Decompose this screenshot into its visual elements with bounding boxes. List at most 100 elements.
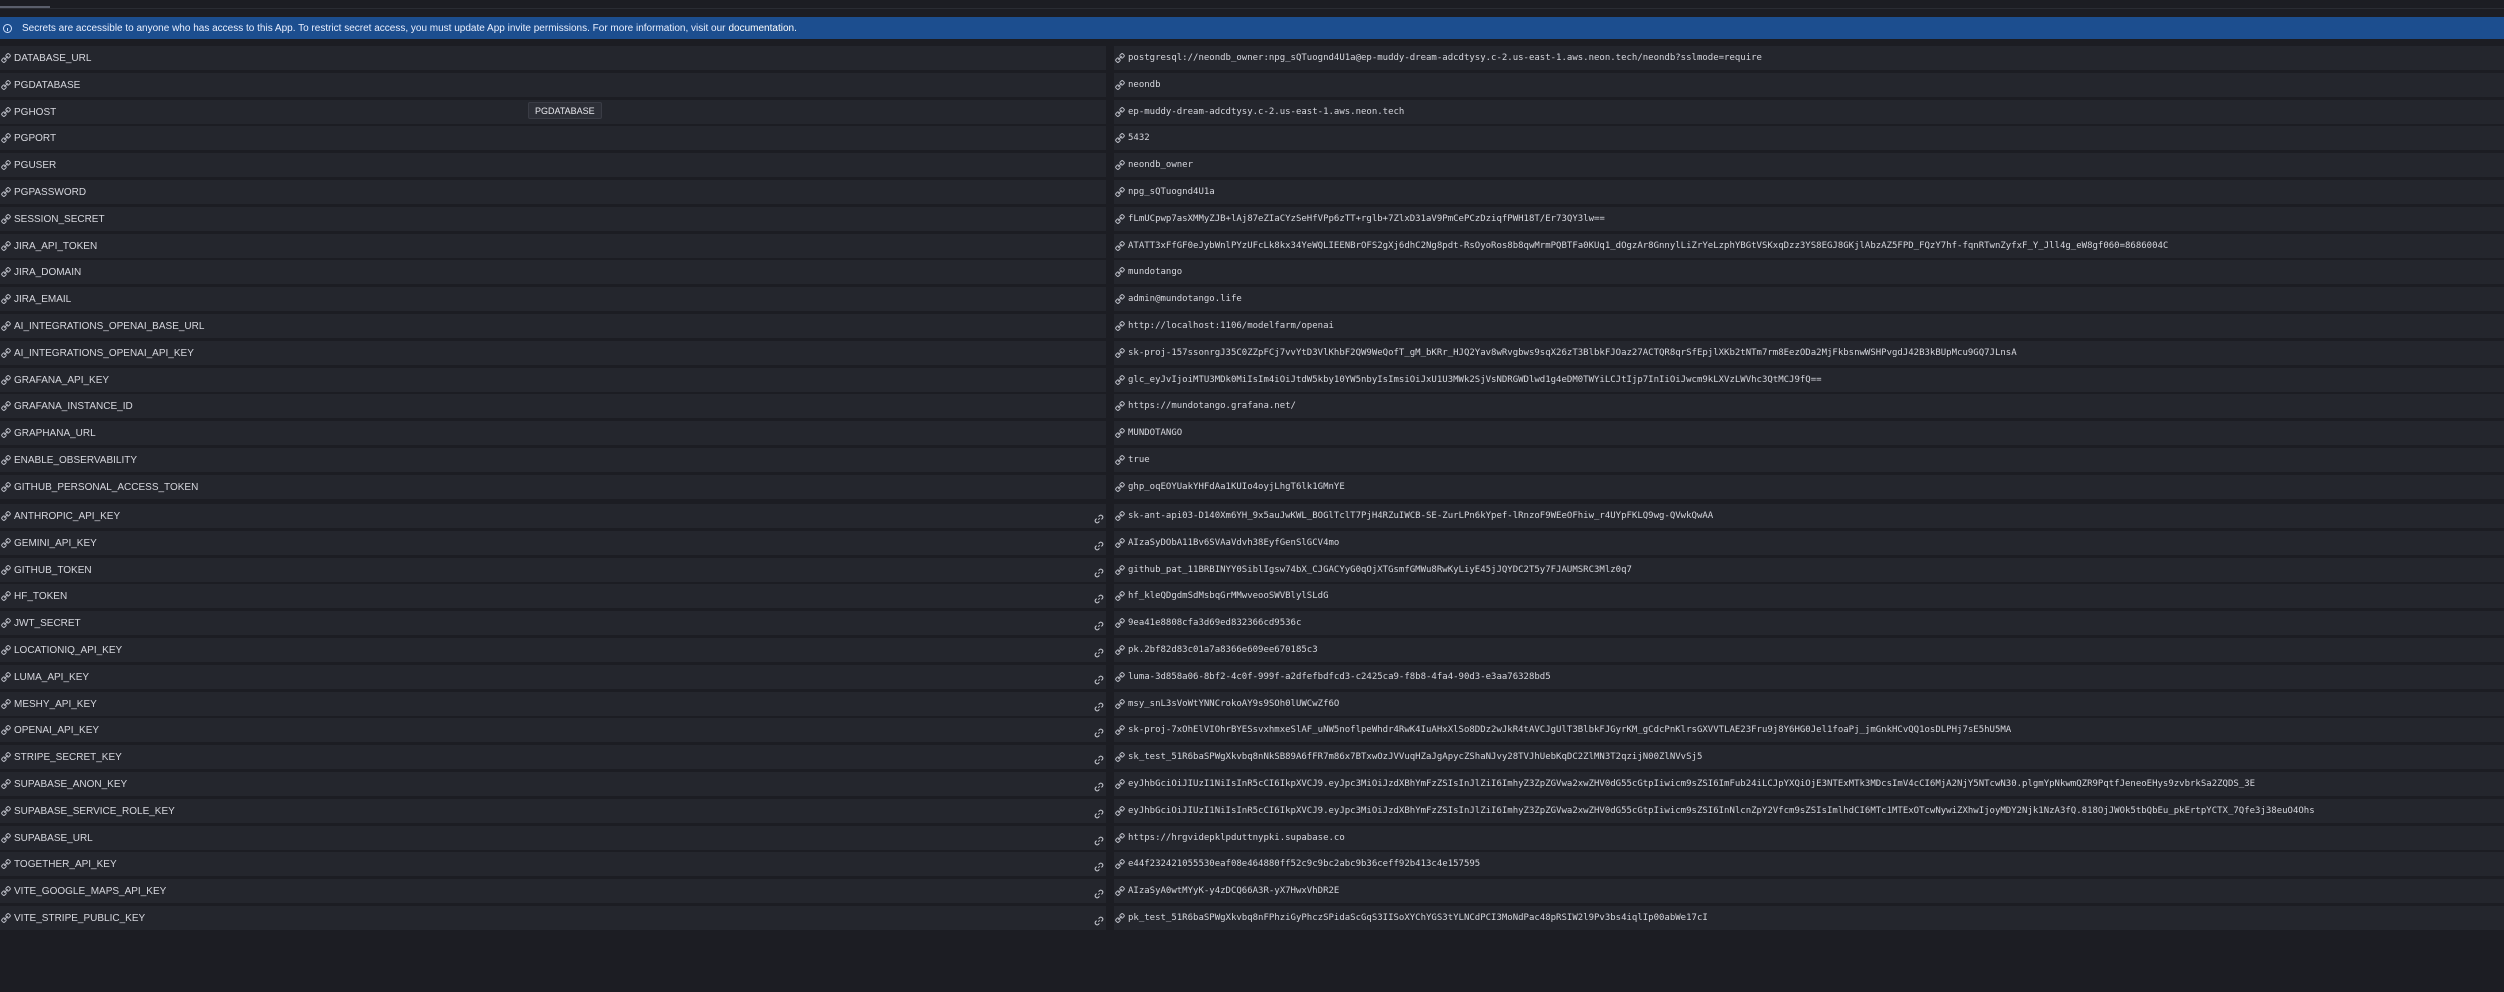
secret-key-cell[interactable]: DATABASE_URL [0, 46, 1106, 70]
link-icon[interactable] [1094, 752, 1104, 765]
secret-value-cell[interactable]: e44f232421055530eaf08e464880ff52c9c9bc2a… [1114, 852, 2504, 876]
secret-key-cell[interactable]: OPENAI_API_KEY [0, 718, 1106, 742]
secret-row[interactable]: MESHY_API_KEY msy_snL3sVoWtYNNCrokoAY9s9S… [0, 692, 2504, 716]
secret-value-cell[interactable]: postgresql://neondb_owner:npg_sQTuognd4U… [1114, 46, 2504, 70]
secret-row[interactable]: GRAFANA_INSTANCE_ID https://mundotango.gr… [0, 394, 2504, 418]
link-icon[interactable] [1094, 833, 1104, 846]
secret-value-cell[interactable]: mundotango [1114, 260, 2504, 284]
secret-key-cell[interactable]: GITHUB_PERSONAL_ACCESS_TOKEN [0, 475, 1106, 499]
secret-row[interactable]: HF_TOKEN hf_kleQDgdmSdMsbqGrMMwveooSWVBly… [0, 584, 2504, 608]
secret-key-cell[interactable]: PGPORT [0, 126, 1106, 150]
secret-value-cell[interactable]: neondb_owner [1114, 153, 2504, 177]
link-icon[interactable] [1094, 779, 1104, 792]
secret-row[interactable]: JIRA_EMAIL admin@mundotango.life [0, 287, 2504, 311]
secret-value-cell[interactable]: AIzaSyA0wtMYyK-y4zDCQ66A3R-yX7HwxVhDR2E [1114, 879, 2504, 903]
secret-key-cell[interactable]: PGDATABASE [0, 73, 1106, 97]
secret-value-cell[interactable]: github_pat_11BRBINYY0SiblIgsw74bX_CJGACY… [1114, 558, 2504, 582]
secret-row[interactable]: GEMINI_API_KEY AIzaSyDObA11Bv6SVAaVdvh38E… [0, 531, 2504, 555]
secret-row[interactable]: STRIPE_SECRET_KEY sk_test_51R6baSPWgXkvbq… [0, 745, 2504, 769]
secret-value-cell[interactable]: eyJhbGciOiJIUzI1NiIsInR5cCI6IkpXVCJ9.eyJ… [1114, 799, 2504, 823]
secret-row[interactable]: SUPABASE_SERVICE_ROLE_KEY eyJhbGciOiJIUzI… [0, 799, 2504, 823]
secret-value-cell[interactable]: npg_sQTuognd4U1a [1114, 180, 2504, 204]
link-icon[interactable] [1094, 699, 1104, 712]
link-icon[interactable] [1094, 618, 1104, 631]
secret-row[interactable]: PGUSER neondb_owner [0, 153, 2504, 177]
secret-row[interactable]: SUPABASE_URL https://hrgvidepklpduttnypki… [0, 826, 2504, 850]
secret-row[interactable]: VITE_GOOGLE_MAPS_API_KEY AIzaSyA0wtMYyK-y… [0, 879, 2504, 903]
secret-key-cell[interactable]: SUPABASE_SERVICE_ROLE_KEY [0, 799, 1106, 823]
secret-value-cell[interactable]: MUNDOTANGO [1114, 421, 2504, 445]
link-icon[interactable] [1094, 591, 1104, 604]
secret-key-cell[interactable]: MESHY_API_KEY [0, 692, 1106, 716]
secret-key-cell[interactable]: LUMA_API_KEY [0, 665, 1106, 689]
secret-key-cell[interactable]: VITE_STRIPE_PUBLIC_KEY [0, 906, 1106, 930]
secret-value-cell[interactable]: 5432 [1114, 126, 2504, 150]
secret-row[interactable]: JIRA_DOMAIN mundotango [0, 260, 2504, 284]
secret-value-cell[interactable]: AIzaSyDObA11Bv6SVAaVdvh38EyfGenSlGCV4mo [1114, 531, 2504, 555]
secret-value-cell[interactable]: admin@mundotango.life [1114, 287, 2504, 311]
secret-row[interactable]: GITHUB_TOKEN github_pat_11BRBINYY0SiblIgs… [0, 558, 2504, 582]
secret-row[interactable]: TOGETHER_API_KEY e44f232421055530eaf08e46… [0, 852, 2504, 876]
secret-value-cell[interactable]: sk-proj-157ssonrgJ35C0ZZpFCj7vvYtD3VlKhb… [1114, 341, 2504, 365]
link-icon[interactable] [1094, 538, 1104, 551]
secret-row[interactable]: OPENAI_API_KEY sk-proj-7xOhElVIOhrBYESsvx… [0, 718, 2504, 742]
secret-key-cell[interactable]: ENABLE_OBSERVABILITY [0, 448, 1106, 472]
secret-key-cell[interactable]: AI_INTEGRATIONS_OPENAI_BASE_URL [0, 314, 1106, 338]
secret-value-cell[interactable]: https://hrgvidepklpduttnypki.supabase.co [1114, 826, 2504, 850]
secret-key-cell[interactable]: PGUSER [0, 153, 1106, 177]
secret-key-cell[interactable]: GITHUB_TOKEN [0, 558, 1106, 582]
link-icon[interactable] [1094, 886, 1104, 899]
secret-row[interactable]: PGDATABASE neondb [0, 73, 2504, 97]
link-icon[interactable] [1094, 565, 1104, 578]
secret-value-cell[interactable]: glc_eyJvIjoiMTU3MDk0MiIsIm4iOiJtdW5kby10… [1114, 368, 2504, 392]
secret-row[interactable]: GRAPHANA_URL MUNDOTANGO [0, 421, 2504, 445]
secret-key-cell[interactable]: JIRA_EMAIL [0, 287, 1106, 311]
link-icon[interactable] [1094, 725, 1104, 738]
secret-value-cell[interactable]: msy_snL3sVoWtYNNCrokoAY9s9SOh0lUWCwZf6O [1114, 692, 2504, 716]
secret-value-cell[interactable]: sk-ant-api03-D140Xm6YH_9x5auJwKWL_BOGlTc… [1114, 504, 2504, 528]
secret-row[interactable]: AI_INTEGRATIONS_OPENAI_BASE_URL http://lo… [0, 314, 2504, 338]
secret-value-cell[interactable]: ghp_oqEOYUakYHFdAa1KUIo4oyjLhgT6lk1GMnYE [1114, 475, 2504, 499]
secret-value-cell[interactable]: true [1114, 448, 2504, 472]
secret-value-cell[interactable]: sk-proj-7xOhElVIOhrBYESsvxhmxeSlAF_uNW5n… [1114, 718, 2504, 742]
secret-key-cell[interactable]: PGPASSWORD [0, 180, 1106, 204]
secret-row[interactable]: SUPABASE_ANON_KEY eyJhbGciOiJIUzI1NiIsInR… [0, 772, 2504, 796]
secret-row[interactable]: ANTHROPIC_API_KEY sk-ant-api03-D140Xm6YH_… [0, 504, 2504, 528]
secret-row[interactable]: VITE_STRIPE_PUBLIC_KEY pk_test_51R6baSPWg… [0, 906, 2504, 930]
secret-key-cell[interactable]: SESSION_SECRET [0, 207, 1106, 231]
secret-row[interactable]: LUMA_API_KEY luma-3d858a06-8bf2-4c0f-999f… [0, 665, 2504, 689]
secret-row[interactable]: AI_INTEGRATIONS_OPENAI_API_KEY sk-proj-15… [0, 341, 2504, 365]
secret-key-cell[interactable]: JWT_SECRET [0, 611, 1106, 635]
secret-row[interactable]: ENABLE_OBSERVABILITY true [0, 448, 2504, 472]
secret-key-cell[interactable]: AI_INTEGRATIONS_OPENAI_API_KEY [0, 341, 1106, 365]
secret-key-cell[interactable]: JIRA_DOMAIN [0, 260, 1106, 284]
secret-key-cell[interactable]: LOCATIONIQ_API_KEY [0, 638, 1106, 662]
secret-key-cell[interactable]: STRIPE_SECRET_KEY [0, 745, 1106, 769]
secret-key-cell[interactable]: TOGETHER_API_KEY [0, 852, 1106, 876]
secret-key-cell[interactable]: JIRA_API_TOKEN [0, 234, 1106, 258]
link-icon[interactable] [1094, 511, 1104, 524]
secret-row[interactable]: PGHOST ep-muddy-dream-adcdtysy.c-2.us-eas… [0, 100, 2504, 124]
secret-key-cell[interactable]: VITE_GOOGLE_MAPS_API_KEY [0, 879, 1106, 903]
secret-value-cell[interactable]: http://localhost:1106/modelfarm/openai [1114, 314, 2504, 338]
link-icon[interactable] [1094, 672, 1104, 685]
secret-value-cell[interactable]: eyJhbGciOiJIUzI1NiIsInR5cCI6IkpXVCJ9.eyJ… [1114, 772, 2504, 796]
secret-row[interactable]: JIRA_API_TOKEN ATATT3xFfGF0eJybWnlPYzUFcL… [0, 234, 2504, 258]
secret-value-cell[interactable]: ATATT3xFfGF0eJybWnlPYzUFcLk8kx34YeWQLIEE… [1114, 234, 2504, 258]
secret-row[interactable]: GITHUB_PERSONAL_ACCESS_TOKEN ghp_oqEOYUak… [0, 475, 2504, 499]
secret-key-cell[interactable]: GRAPHANA_URL [0, 421, 1106, 445]
secret-value-cell[interactable]: luma-3d858a06-8bf2-4c0f-999f-a2dfefbdfcd… [1114, 665, 2504, 689]
secret-value-cell[interactable]: fLmUCpwp7asXMMyZJB+lAj87eZIaCYzSeHfVPp6z… [1114, 207, 2504, 231]
secret-row[interactable]: PGPASSWORD npg_sQTuognd4U1a [0, 180, 2504, 204]
secret-value-cell[interactable]: 9ea41e8808cfa3d69ed832366cd9536c [1114, 611, 2504, 635]
secret-key-cell[interactable]: SUPABASE_ANON_KEY [0, 772, 1106, 796]
secret-value-cell[interactable]: pk.2bf82d83c01a7a8366e609ee670185c3 [1114, 638, 2504, 662]
secret-row[interactable]: LOCATIONIQ_API_KEY pk.2bf82d83c01a7a8366e… [0, 638, 2504, 662]
secret-value-cell[interactable]: https://mundotango.grafana.net/ [1114, 394, 2504, 418]
secret-key-cell[interactable]: GEMINI_API_KEY [0, 531, 1106, 555]
secret-key-cell[interactable]: HF_TOKEN [0, 584, 1106, 608]
secret-row[interactable]: GRAFANA_API_KEY glc_eyJvIjoiMTU3MDk0MiIsI… [0, 368, 2504, 392]
secret-row[interactable]: SESSION_SECRET fLmUCpwp7asXMMyZJB+lAj87eZ… [0, 207, 2504, 231]
secret-key-cell[interactable]: GRAFANA_INSTANCE_ID [0, 394, 1106, 418]
documentation-link[interactable]: documentation. [728, 23, 796, 34]
